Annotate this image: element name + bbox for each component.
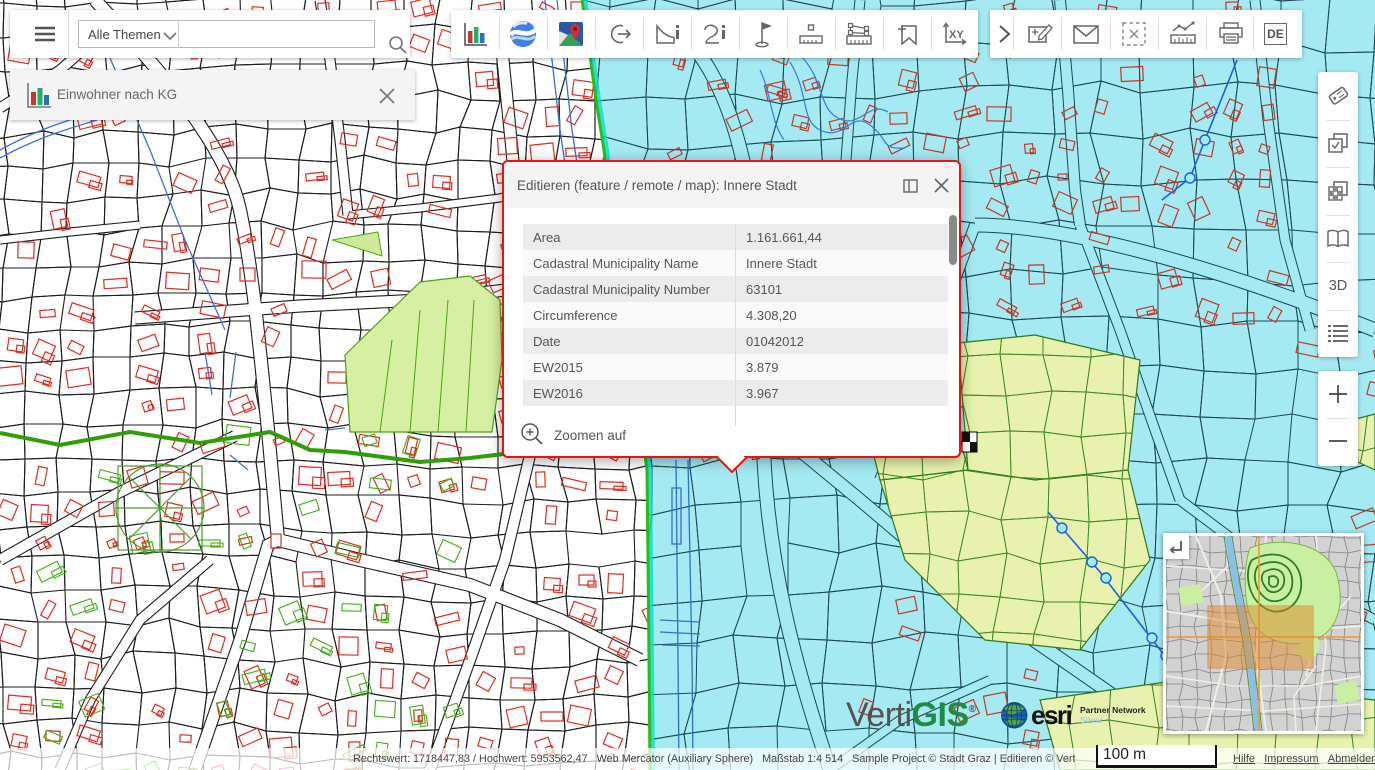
svg-text:XY: XY (949, 29, 964, 41)
